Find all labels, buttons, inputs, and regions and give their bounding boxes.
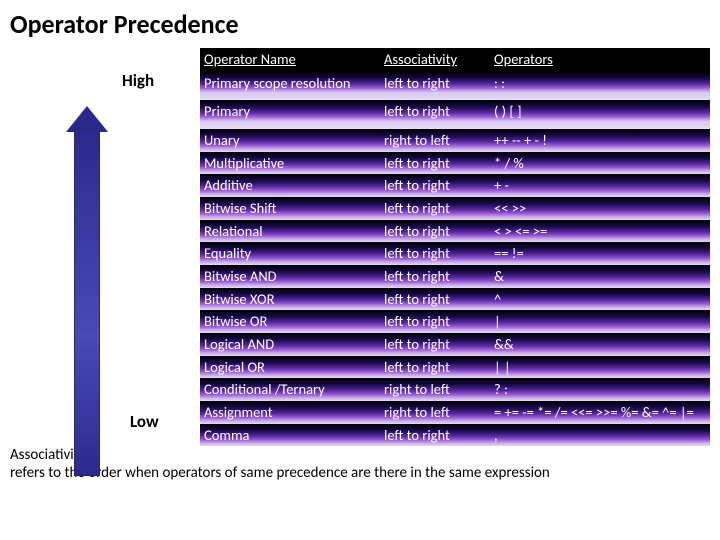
- cell-name: Conditional /Ternary: [204, 381, 384, 398]
- cell-ops: ^: [494, 291, 710, 308]
- table-row: Assignmentright to left= += -= *= /= <<=…: [200, 401, 710, 424]
- cell-assoc: right to left: [384, 404, 494, 421]
- cell-assoc: left to right: [384, 155, 494, 172]
- cell-ops: * / %: [494, 155, 710, 172]
- cell-assoc: left to right: [384, 223, 494, 240]
- cell-assoc: left to right: [384, 336, 494, 353]
- table-row: Unaryright to left++ -- + - !: [200, 129, 710, 152]
- table-row: Bitwise ANDleft to right&: [200, 265, 710, 288]
- header-name: Operator Name: [204, 51, 384, 68]
- cell-ops: ++ -- + - !: [494, 132, 710, 149]
- cell-assoc: left to right: [384, 359, 494, 376]
- cell-name: Bitwise Shift: [204, 200, 384, 217]
- cell-assoc: left to right: [384, 200, 494, 217]
- table-row: Relationalleft to right< > <= >=: [200, 220, 710, 243]
- cell-ops: + -: [494, 177, 710, 194]
- header-ops: Operators: [494, 51, 710, 68]
- table-row: Commaleft to right,: [200, 424, 710, 447]
- table-row: Conditional /Ternaryright to left? :: [200, 378, 710, 401]
- cell-name: Additive: [204, 177, 384, 194]
- cell-name: Logical OR: [204, 359, 384, 376]
- cell-name: Unary: [204, 132, 384, 149]
- cell-assoc: right to left: [384, 381, 494, 398]
- cell-ops: == !=: [494, 245, 710, 262]
- cell-ops: << >>: [494, 200, 710, 217]
- table-row: Primaryleft to right( ) [ ]: [200, 100, 710, 123]
- footer-text: Associativity refers to the order when o…: [10, 446, 710, 482]
- table-row: Bitwise ORleft to right|: [200, 310, 710, 333]
- table-row: Multiplicativeleft to right* / %: [200, 152, 710, 175]
- precedence-axis: High Low: [10, 48, 200, 446]
- cell-ops: ( ) [ ]: [494, 103, 710, 120]
- table-row: Logical ANDleft to right&&: [200, 333, 710, 356]
- cell-name: Equality: [204, 245, 384, 262]
- cell-assoc: left to right: [384, 313, 494, 330]
- table-row: Primary scope resolutionleft to right: :: [200, 72, 710, 95]
- cell-assoc: left to right: [384, 177, 494, 194]
- cell-name: Relational: [204, 223, 384, 240]
- table-row: Bitwise XORleft to right^: [200, 288, 710, 311]
- cell-ops: |: [494, 313, 710, 330]
- cell-assoc: left to right: [384, 268, 494, 285]
- precedence-table: Operator Name Associativity Operators Pr…: [200, 48, 710, 446]
- cell-ops: = += -= *= /= <<= >>= %= &= ^= |=: [494, 404, 710, 421]
- cell-name: Bitwise XOR: [204, 291, 384, 308]
- cell-name: Primary: [204, 103, 384, 120]
- cell-assoc: left to right: [384, 245, 494, 262]
- cell-name: Bitwise AND: [204, 268, 384, 285]
- content-layout: High Low Operator Name Associativity Ope…: [10, 48, 710, 446]
- cell-ops: | |: [494, 359, 710, 376]
- cell-name: Comma: [204, 427, 384, 444]
- cell-name: Bitwise OR: [204, 313, 384, 330]
- header-assoc: Associativity: [384, 51, 494, 68]
- cell-name: Assignment: [204, 404, 384, 421]
- page-title: Operator Precedence: [10, 8, 710, 40]
- table-row: Equalityleft to right== !=: [200, 242, 710, 265]
- cell-ops: ,: [494, 427, 710, 444]
- label-high: High: [122, 70, 154, 91]
- cell-name: Primary scope resolution: [204, 75, 384, 92]
- precedence-arrow-icon: [70, 106, 104, 476]
- cell-assoc: left to right: [384, 75, 494, 92]
- cell-ops: &: [494, 268, 710, 285]
- label-low: Low: [130, 411, 159, 432]
- cell-ops: &&: [494, 336, 710, 353]
- cell-assoc: left to right: [384, 427, 494, 444]
- cell-assoc: right to left: [384, 132, 494, 149]
- cell-ops: < > <= >=: [494, 223, 710, 240]
- cell-name: Multiplicative: [204, 155, 384, 172]
- table-header: Operator Name Associativity Operators: [200, 48, 710, 72]
- table-row: Additiveleft to right+ -: [200, 174, 710, 197]
- table-row: Logical ORleft to right| |: [200, 356, 710, 379]
- table-row: Bitwise Shiftleft to right<< >>: [200, 197, 710, 220]
- cell-name: Logical AND: [204, 336, 384, 353]
- cell-ops: ? :: [494, 381, 710, 398]
- cell-ops: : :: [494, 75, 710, 92]
- cell-assoc: left to right: [384, 103, 494, 120]
- cell-assoc: left to right: [384, 291, 494, 308]
